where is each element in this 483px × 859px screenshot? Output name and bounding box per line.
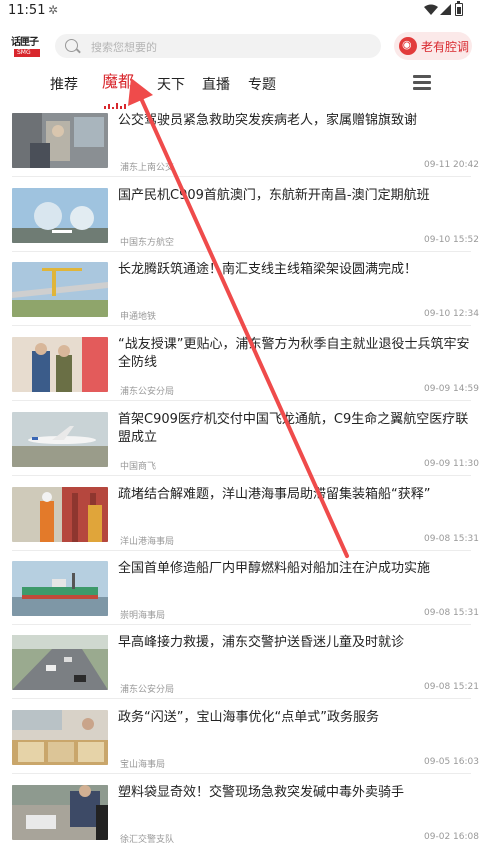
news-thumbnail [12, 412, 108, 467]
divider [12, 400, 471, 401]
news-item[interactable]: 国产民机C909首航澳门，东航新开南昌-澳门定期航班 中国东方航空 09-10 … [0, 188, 483, 262]
news-title: “战友授课”更贴心，浦东警方为秋季自主就业退役士兵筑牢安全防线 [118, 337, 470, 370]
divider [12, 475, 471, 476]
divider [12, 624, 471, 625]
news-item[interactable]: 早高峰接力救援，浦东交警护送昏迷儿童及时就诊 浦东公安分局 09-08 15:2… [0, 635, 483, 709]
top-bar: 话匣子 SMG 搜索您想要的 老有腔调 [0, 28, 483, 66]
news-source: 崇明海事局 [120, 611, 166, 621]
news-title: 政务“闪送”，宝山海事优化“点单式”政务服务 [118, 710, 379, 725]
status-bar: 11:51 ✲ [0, 0, 483, 22]
news-source: 宝山海事局 [120, 760, 166, 770]
divider [12, 325, 471, 326]
news-source: 申通地铁 [120, 312, 157, 322]
search-placeholder: 搜索您想要的 [91, 41, 157, 54]
news-date: 09-11 20:42 [424, 160, 479, 170]
divider [12, 698, 471, 699]
news-item[interactable]: 首架C909医疗机交付中国飞龙通航，C9生命之翼航空医疗联盟成立 中国商飞 09… [0, 412, 483, 486]
status-time: 11:51 [8, 3, 46, 18]
news-item[interactable]: 长龙腾跃筑通途！南汇支线主线箱梁架设圆满完成！ 申通地铁 09-10 12:34 [0, 262, 483, 336]
tab-topics[interactable]: 专题 [248, 74, 276, 94]
news-date: 09-09 11:30 [424, 459, 479, 469]
news-date: 09-02 16:08 [424, 832, 479, 842]
tab-recommend[interactable]: 推荐 [50, 74, 78, 94]
logo-text: 话匣子 [11, 37, 39, 48]
news-source: 洋山港海事局 [120, 537, 175, 547]
news-title: 全国首单修造船厂内甲醇燃料船对船加注在沪成功实施 [118, 561, 431, 576]
news-title: 长龙腾跃筑通途！南汇支线主线箱梁架设圆满完成！ [118, 262, 418, 277]
news-title: 国产民机C909首航澳门，东航新开南昌-澳门定期航班 [118, 188, 430, 203]
news-date: 09-08 15:31 [424, 608, 479, 618]
news-source: 浦东公安分局 [120, 685, 175, 695]
news-title: 塑料袋显奇效！交警现场急救突发碱中毒外卖骑手 [118, 785, 405, 800]
wifi-icon [424, 4, 438, 15]
battery-icon [455, 1, 463, 16]
cellular-signal-icon [440, 4, 451, 15]
news-source: 徐汇交警支队 [120, 835, 175, 845]
news-source: 浦东公安分局 [120, 387, 175, 397]
dialect-logo-icon [399, 37, 417, 55]
news-item[interactable]: 政务“闪送”，宝山海事优化“点单式”政务服务 宝山海事局 09-05 16:03 [0, 710, 483, 784]
news-thumbnail [12, 710, 108, 765]
news-thumbnail [12, 113, 108, 168]
news-date: 09-08 15:31 [424, 534, 479, 544]
news-thumbnail [12, 337, 108, 392]
news-item[interactable]: “战友授课”更贴心，浦东警方为秋季自主就业退役士兵筑牢安全防线 浦东公安分局 0… [0, 337, 483, 411]
active-tab-indicator [104, 90, 130, 128]
news-thumbnail [12, 785, 108, 840]
news-thumbnail [12, 635, 108, 690]
logo-sub-text: SMG [17, 49, 31, 56]
news-thumbnail [12, 188, 108, 243]
news-date: 09-05 16:03 [424, 757, 479, 767]
news-title: 疏堵结合解难题，洋山港海事局助滞留集装箱船“获释” [118, 487, 431, 502]
news-thumbnail [12, 487, 108, 542]
news-source: 中国东方航空 [120, 238, 175, 248]
dialect-button[interactable]: 老有腔调 [394, 32, 472, 60]
search-bar[interactable]: 搜索您想要的 [55, 34, 381, 58]
settings-notification-icon: ✲ [48, 3, 59, 17]
divider [12, 773, 471, 774]
tab-modu[interactable]: 魔都 [102, 68, 134, 92]
divider [12, 176, 471, 177]
news-thumbnail [12, 561, 108, 616]
search-icon [65, 39, 78, 52]
menu-icon[interactable] [413, 75, 431, 91]
dialect-button-label: 老有腔调 [421, 40, 470, 54]
divider [12, 251, 471, 252]
news-item[interactable]: 塑料袋显奇效！交警现场急救突发碱中毒外卖骑手 徐汇交警支队 09-02 16:0… [0, 785, 483, 859]
news-source: 中国商飞 [120, 462, 157, 472]
tab-world[interactable]: 天下 [157, 74, 185, 94]
news-item[interactable]: 疏堵结合解难题，洋山港海事局助滞留集装箱船“获释” 洋山港海事局 09-08 1… [0, 487, 483, 561]
news-item[interactable]: 公交驾驶员紧急救助突发疾病老人，家属赠锦旗致谢 浦东上南公交 09-11 20:… [0, 113, 483, 187]
news-title: 首架C909医疗机交付中国飞龙通航，C9生命之翼航空医疗联盟成立 [118, 412, 469, 445]
news-title: 公交驾驶员紧急救助突发疾病老人，家属赠锦旗致谢 [118, 113, 418, 128]
divider [12, 550, 471, 551]
news-date: 09-10 15:52 [424, 235, 479, 245]
news-item[interactable]: 全国首单修造船厂内甲醇燃料船对船加注在沪成功实施 崇明海事局 09-08 15:… [0, 561, 483, 635]
news-date: 09-09 14:59 [424, 384, 479, 394]
channel-tabs: 推荐 魔都 天下 直播 专题 [0, 66, 483, 128]
news-date: 09-08 15:21 [424, 682, 479, 692]
news-title: 早高峰接力救援，浦东交警护送昏迷儿童及时就诊 [118, 635, 405, 650]
app-logo[interactable]: 话匣子 SMG [11, 31, 43, 61]
news-date: 09-10 12:34 [424, 309, 479, 319]
tab-live[interactable]: 直播 [202, 74, 230, 94]
news-source: 浦东上南公交 [120, 163, 175, 173]
news-thumbnail [12, 262, 108, 317]
